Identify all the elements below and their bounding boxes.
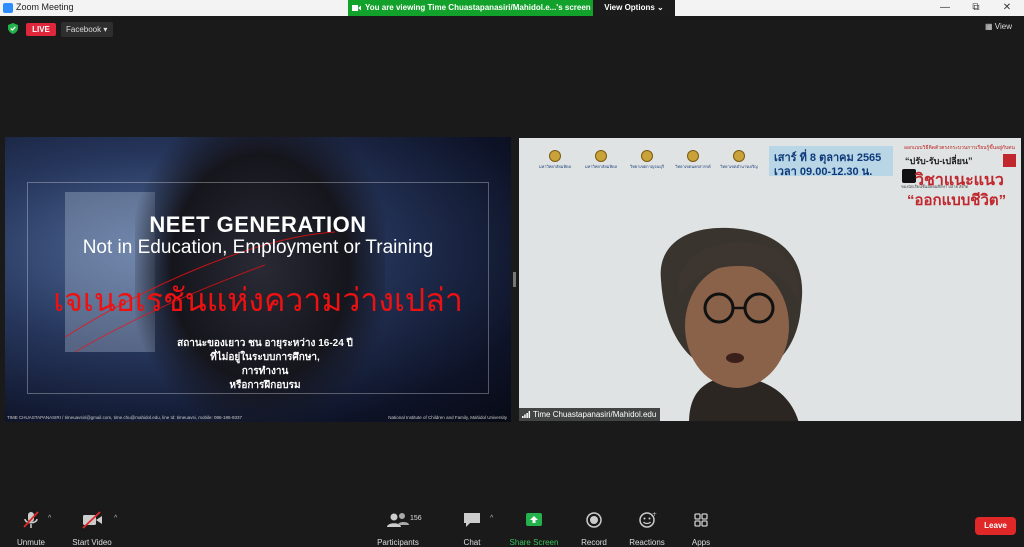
logo: วิทยาเขตนครสวรรค์ — [671, 150, 715, 170]
participant-video[interactable]: มหาวิทยาลัยมหิดล มหาวิทยาลัยมหิดล วิทยาเ… — [519, 138, 1021, 421]
view-grid-icon: ▦ — [985, 22, 995, 31]
speaker-image — [660, 227, 803, 421]
slide-description: สถานะของเยาว ชน อายุระหว่าง 16-24 ปี ที่… — [177, 338, 353, 391]
window-title-bar: Zoom Meeting You are viewing Time Chuast… — [0, 0, 1024, 16]
event-tagline: ออกแบบวิธีคิดตัวตรงกระบวนการเรียนรู้ขึ้น… — [904, 145, 1015, 151]
zoom-app-icon — [3, 3, 13, 13]
svg-text:+: + — [652, 511, 657, 518]
event-time: เวลา 09.00-12.30 น. — [774, 166, 873, 178]
security-shield-icon[interactable] — [8, 23, 18, 34]
shared-screen: NEET GENERATION Not in Education, Employ… — [5, 137, 511, 422]
decor-square — [902, 169, 916, 183]
slide-thai-title: เจเนอเรชันแห่งความว่างเปล่า — [53, 282, 463, 318]
logo: วิทยาเขตกาญจนบุรี — [625, 150, 669, 170]
partner-logos: มหาวิทยาลัยมหิดล มหาวิทยาลัยมหิดล วิทยาเ… — [533, 148, 763, 176]
maximize-button[interactable]: ⧉ — [960, 0, 992, 16]
seal-icon — [641, 150, 653, 162]
apps-label: Apps — [691, 538, 711, 547]
leave-button[interactable]: Leave — [975, 517, 1016, 535]
signal-bars-icon — [522, 411, 530, 418]
decor-square — [1003, 154, 1016, 167]
start-video-button[interactable]: Start Video — [52, 503, 132, 547]
split-view-handle[interactable] — [513, 272, 516, 287]
screen-share-message: You are viewing Time Chuastapanasiri/Mah… — [365, 3, 591, 12]
record-icon — [586, 512, 602, 528]
participants-button[interactable]: Participants — [358, 503, 438, 547]
seal-icon — [733, 150, 745, 162]
view-button[interactable]: ▦ View — [985, 22, 1012, 31]
live-platform-dropdown[interactable]: Facebook ▾ — [61, 22, 113, 37]
close-window-button[interactable]: ✕ — [991, 0, 1023, 16]
audio-options-caret[interactable]: ^ — [48, 515, 51, 522]
start-video-label: Start Video — [72, 538, 112, 547]
muted-microphone-icon — [23, 511, 39, 528]
slide-footer-institute: National Institute of Children and Famil… — [388, 415, 507, 420]
video-camera-icon — [352, 5, 361, 11]
video-options-caret[interactable]: ^ — [114, 515, 117, 522]
logo: มหาวิทยาลัยมหิดล — [533, 150, 577, 170]
logo: มหาวิทยาลัยมหิดล — [579, 150, 623, 170]
minimize-button[interactable]: — — [929, 0, 961, 16]
participant-name: Time Chuastapanasiri/Mahidol.edu — [533, 410, 657, 419]
video-off-icon — [82, 511, 102, 529]
apps-button[interactable]: Apps — [661, 503, 741, 547]
window-title: Zoom Meeting — [16, 2, 74, 12]
view-options-button[interactable]: View Options ⌄ — [593, 0, 675, 16]
participants-icon — [387, 513, 409, 527]
seal-icon — [687, 150, 699, 162]
event-quote: “ปรับ-รับ-เปลี่ยน” — [905, 156, 973, 166]
participants-count: 156 — [410, 515, 422, 522]
meeting-toolbar: Unmute ^ Start Video ^ Participants 156 … — [0, 503, 1024, 547]
live-badge[interactable]: LIVE — [26, 23, 56, 36]
chat-options-caret[interactable]: ^ — [490, 515, 493, 522]
slide-subtitle: Not in Education, Employment or Training — [82, 237, 434, 258]
slide-title: NEET GENERATION — [149, 212, 367, 237]
view-label: View — [994, 22, 1012, 31]
event-subtitle: “ออกแบบชีวิต” — [907, 192, 1007, 209]
chat-bubble-icon — [464, 513, 480, 527]
logo: วิทยาเขตอำนาจเจริญ — [717, 150, 761, 170]
apps-icon — [694, 513, 708, 527]
share-screen-icon — [526, 513, 542, 526]
participant-name-tag: Time Chuastapanasiri/Mahidol.edu — [519, 408, 661, 421]
participants-label: Participants — [377, 538, 419, 547]
seal-icon — [595, 150, 607, 162]
slide-footer-contact: TIME CHUASTAPANASIRI / timeuavsiri@gmail… — [7, 415, 243, 420]
reactions-icon: + — [639, 511, 657, 528]
seal-icon — [549, 150, 561, 162]
